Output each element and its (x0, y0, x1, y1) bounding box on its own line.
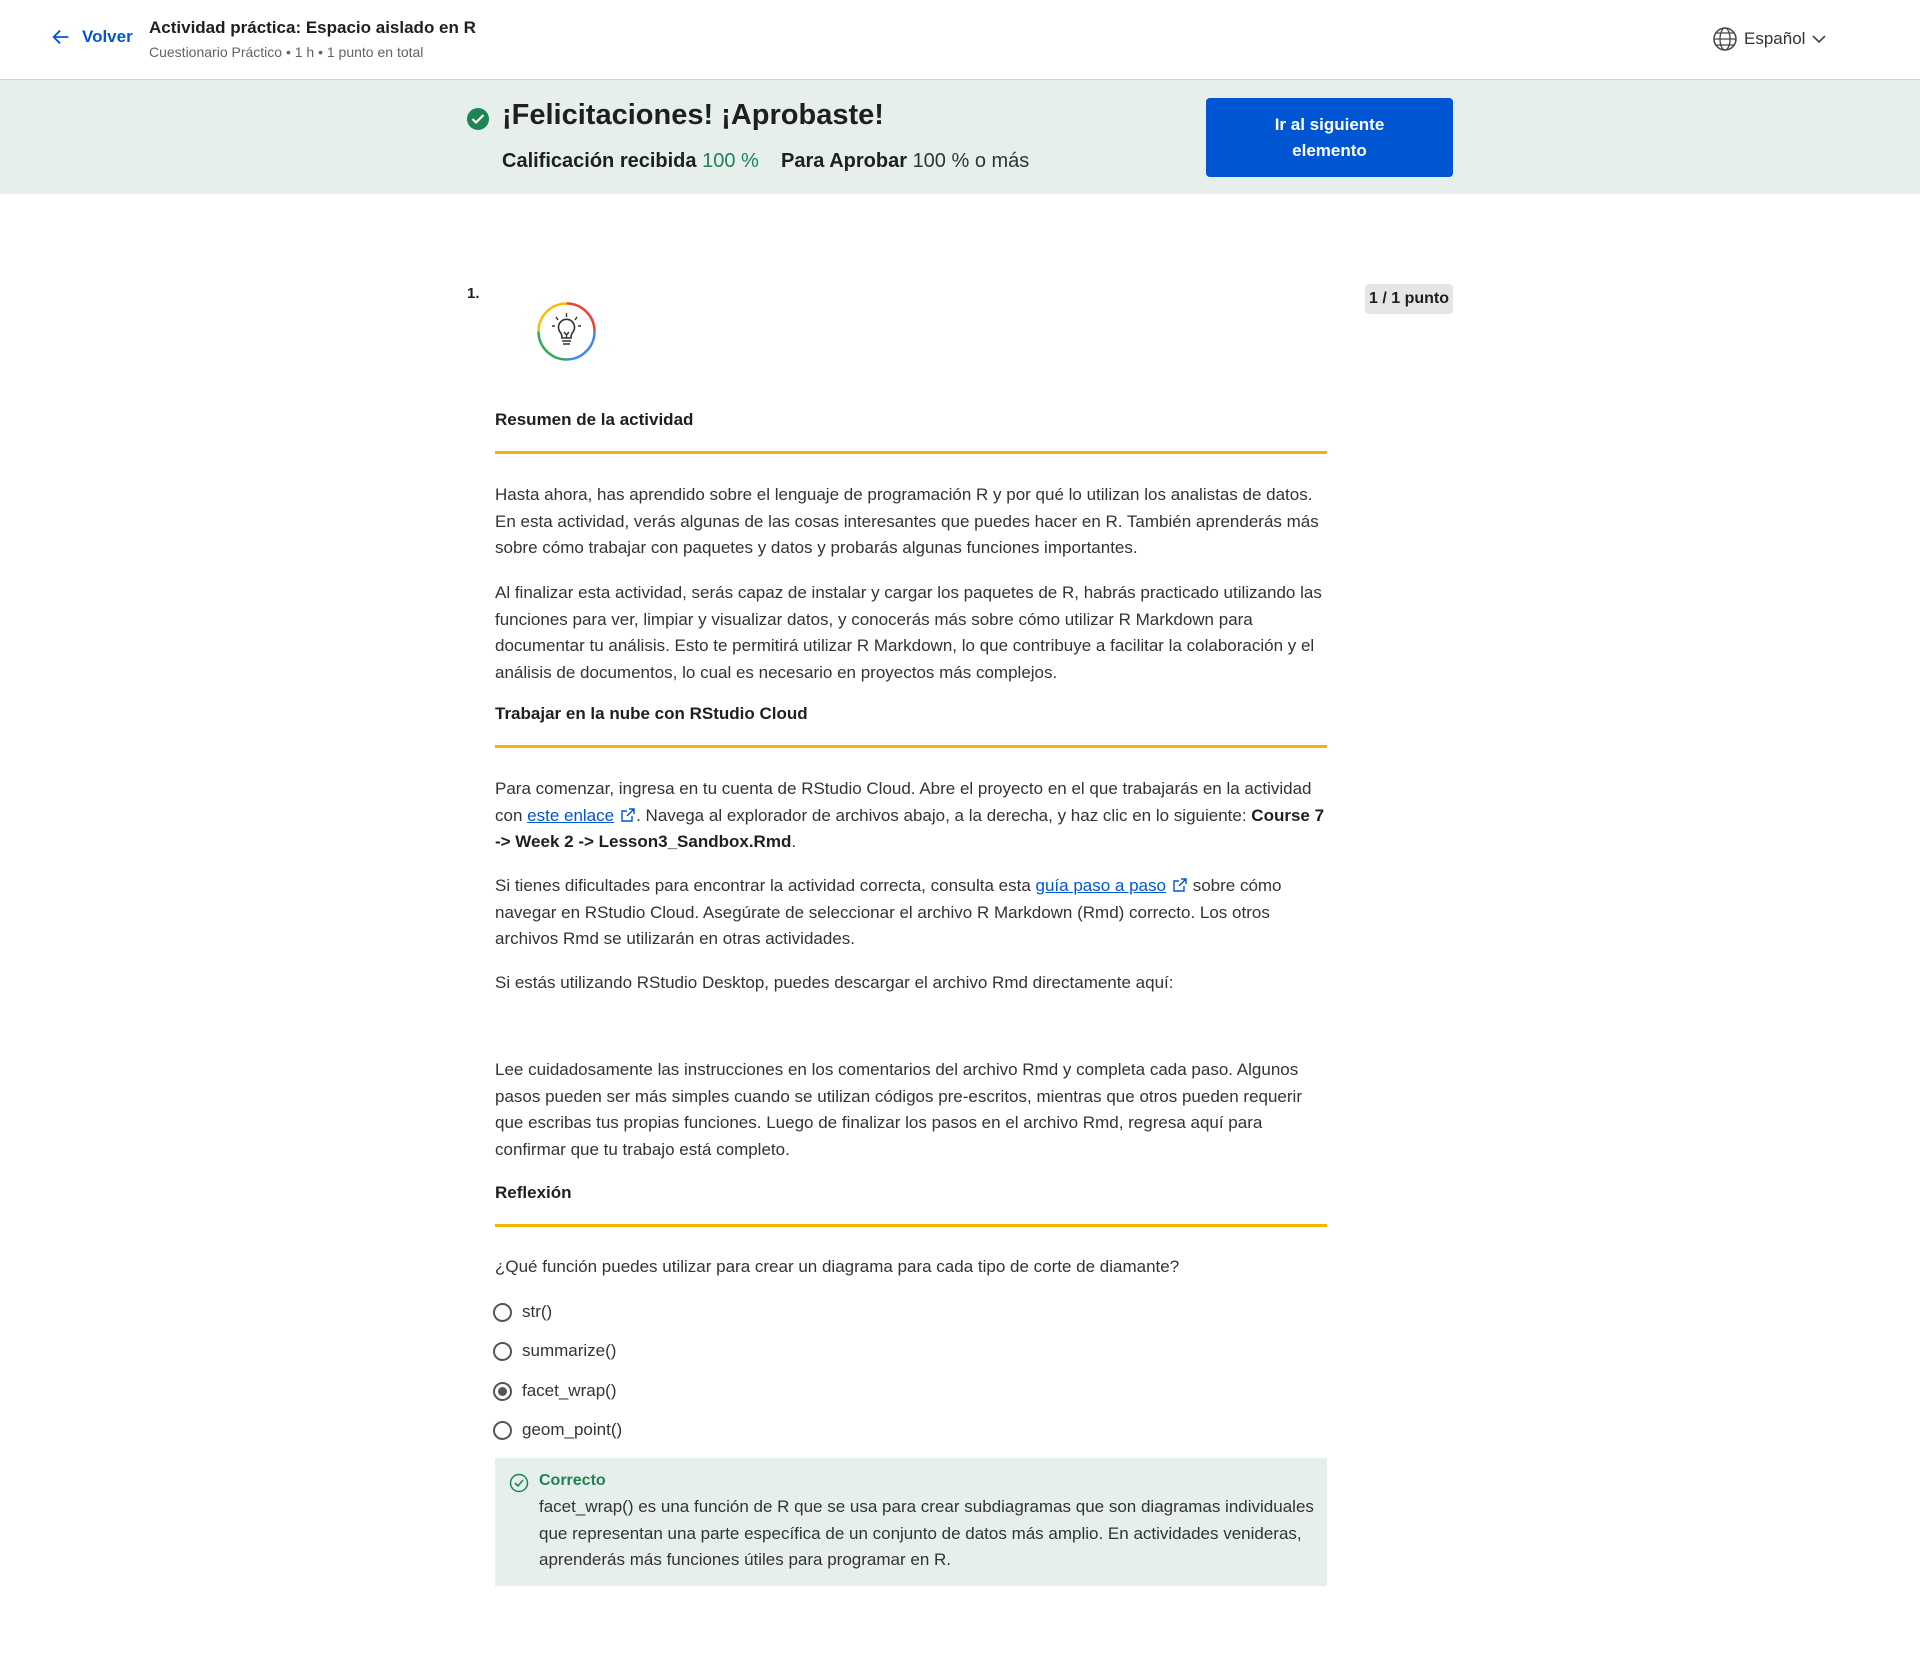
cloud-p2-text-a: Si tienes dificultades para encontrar la… (495, 876, 1036, 895)
feedback-text: facet_wrap() es una función de R que se … (539, 1497, 1314, 1569)
page-subtitle: Cuestionario Práctico • 1 h • 1 punto en… (149, 44, 424, 60)
radio-button[interactable] (493, 1302, 512, 1322)
option-facet-wrap[interactable]: facet_wrap() (493, 1381, 616, 1401)
grade-value: 100 % (702, 150, 759, 172)
feedback-title: Correcto (539, 1472, 606, 1489)
language-label: Español (1744, 29, 1806, 48)
cloud-title: Trabajar en la nube con RStudio Cloud (495, 704, 808, 723)
back-label: Volver (82, 27, 133, 46)
chevron-down-icon (1812, 35, 1827, 44)
back-button[interactable]: Volver (50, 26, 133, 48)
page-title: Actividad práctica: Espacio aislado en R (149, 18, 476, 37)
cloud-paragraph-1: Para comenzar, ingresa en tu cuenta de R… (495, 776, 1327, 856)
option-geom-point[interactable]: geom_point() (493, 1420, 622, 1440)
radio-button[interactable] (493, 1341, 512, 1361)
option-label: summarize() (522, 1341, 617, 1360)
option-label: geom_point() (522, 1420, 623, 1439)
check-circle-icon (467, 108, 489, 130)
summary-paragraph-2: Al finalizar esta actividad, serás capaz… (495, 583, 1322, 682)
cloud-paragraph-4: Lee cuidadosamente las instrucciones en … (495, 1060, 1302, 1159)
feedback-box: Correcto facet_wrap() es una función de … (495, 1458, 1327, 1586)
summary-title: Resumen de la actividad (495, 410, 694, 429)
points-badge: 1 / 1 punto (1365, 284, 1453, 314)
option-label: str() (522, 1302, 553, 1321)
project-link[interactable]: este enlace (527, 806, 614, 825)
pass-label: Para Aprobar (781, 150, 907, 172)
radio-button[interactable] (493, 1420, 512, 1440)
guide-link[interactable]: guía paso a paso (1036, 876, 1166, 895)
summary-paragraph-1: Hasta ahora, has aprendido sobre el leng… (495, 485, 1319, 557)
reflection-title: Reflexión (495, 1183, 572, 1202)
question-number: 1. (467, 285, 480, 302)
arrow-left-icon (52, 29, 69, 45)
option-summarize[interactable]: summarize() (493, 1341, 616, 1361)
pass-banner (0, 80, 1920, 194)
check-outline-icon (509, 1473, 529, 1493)
cloud-paragraph-3: Si estás utilizando RStudio Desktop, pue… (495, 973, 1174, 992)
option-label: facet_wrap() (522, 1381, 617, 1400)
question-prompt: ¿Qué función puedes utilizar para crear … (495, 1257, 1180, 1276)
next-item-button[interactable]: Ir al siguiente elemento (1206, 98, 1453, 177)
next-item-label: Ir al siguiente elemento (1274, 114, 1385, 160)
top-header: Volver Actividad práctica: Espacio aisla… (0, 0, 1920, 80)
summary-divider (495, 451, 1327, 454)
cloud-p1-end: . (791, 832, 797, 851)
external-link-icon (621, 807, 635, 822)
language-selector[interactable]: Español (1712, 26, 1827, 52)
grade-summary: Calificación recibida 100 % Para Aprobar… (502, 150, 1029, 173)
pass-suffix: o más (974, 150, 1030, 172)
external-link-icon (1173, 878, 1187, 892)
cloud-paragraph-2: Si tienes dificultades para encontrar la… (495, 873, 1327, 953)
pass-value: 100 % (912, 150, 970, 172)
pass-heading: ¡Felicitaciones! ¡Aprobaste! (502, 99, 884, 131)
globe-icon (1713, 27, 1737, 51)
grade-label: Calificación recibida (502, 150, 697, 172)
cloud-divider (495, 745, 1327, 748)
cloud-p1-text-b: . Navega al explorador de archivos abajo… (636, 805, 1252, 825)
option-str[interactable]: str() (493, 1302, 552, 1322)
lightbulb-icon (537, 302, 596, 361)
reflection-divider (495, 1224, 1327, 1227)
radio-button-selected[interactable] (493, 1381, 512, 1401)
